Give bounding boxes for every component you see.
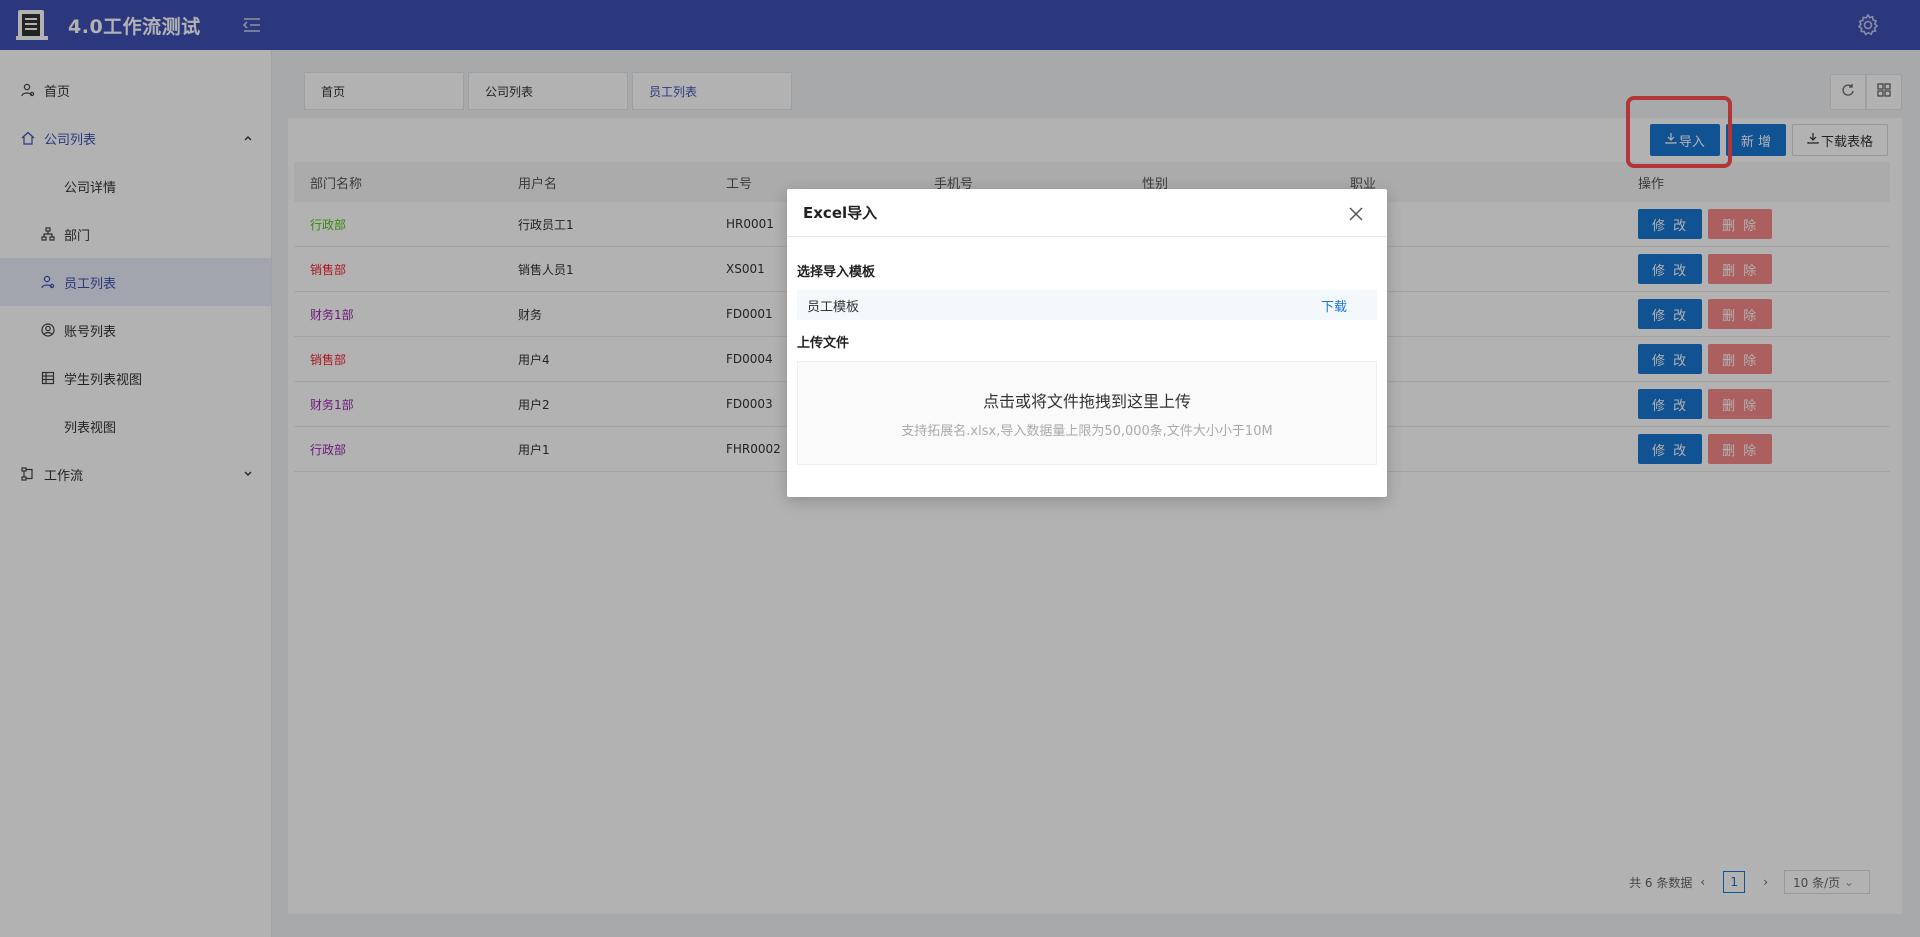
dropzone-hint: 支持拓展名.xlsx,导入数据量上限为50,000条,文件大小小于10M xyxy=(901,423,1273,439)
template-download-link[interactable]: 下载 xyxy=(1321,296,1347,315)
upload-section-label: 上传文件 xyxy=(797,336,850,351)
template-row: 员工模板 下载 xyxy=(797,290,1377,320)
upload-dropzone[interactable]: 点击或将文件拖拽到这里上传 支持拓展名.xlsx,导入数据量上限为50,000条… xyxy=(797,361,1377,465)
excel-import-dialog: Excel导入 选择导入模板 员工模板 下载 上传文件 点击或将文件拖拽到这里上… xyxy=(787,189,1387,497)
dialog-title: Excel导入 xyxy=(787,189,1387,237)
dropzone-title: 点击或将文件拖拽到这里上传 xyxy=(982,391,1191,411)
template-section-label: 选择导入模板 xyxy=(797,265,876,280)
close-icon[interactable] xyxy=(1349,207,1363,221)
template-name: 员工模板 xyxy=(807,299,860,315)
